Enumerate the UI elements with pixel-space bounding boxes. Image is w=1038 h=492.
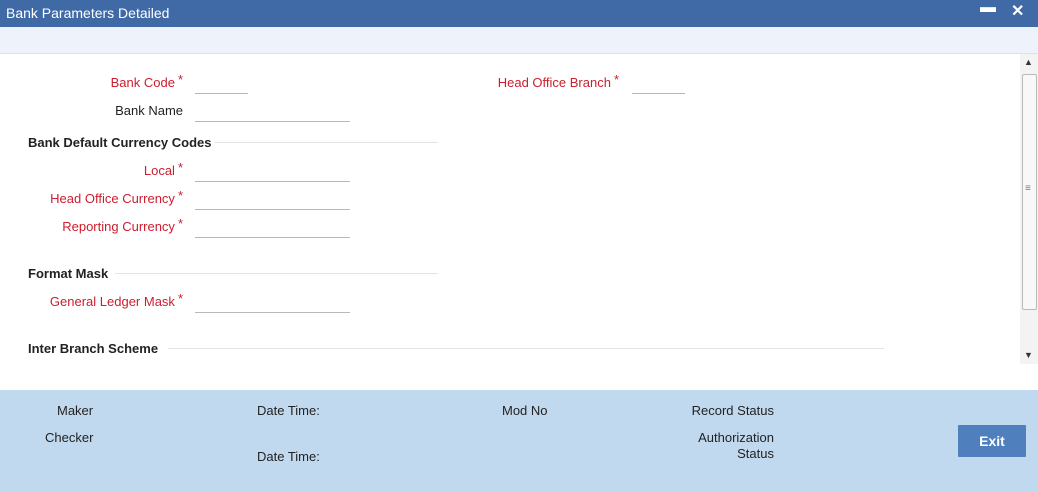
bank-name-label: Bank Name xyxy=(115,103,183,118)
bank-code-input[interactable] xyxy=(195,71,252,95)
grip-icon: ≡ xyxy=(1025,183,1031,194)
reporting-currency-label-text: Reporting Currency xyxy=(62,219,175,234)
form-content: Bank Code * Head Office Branch * Bank Name… xyxy=(0,54,1020,390)
exit-button[interactable]: Exit xyxy=(958,425,1026,457)
gl-mask-label-text: General Ledger Mask xyxy=(49,294,175,309)
checker-date-time-label: Date Time: xyxy=(257,449,320,464)
required-marker: * xyxy=(177,188,183,203)
required-marker: * xyxy=(177,291,183,306)
checker-label: Checker xyxy=(45,430,94,445)
scroll-up-icon[interactable]: ▲ xyxy=(1024,57,1033,67)
gl-mask-input[interactable] xyxy=(195,290,354,314)
audit-footer: Maker Checker Date Time: Date Time: Mod … xyxy=(0,390,1038,492)
maker-date-time-label: Date Time: xyxy=(257,403,320,418)
bank-code-label: Bank Code * xyxy=(110,72,183,90)
scrollbar-thumb[interactable]: ≡ xyxy=(1022,74,1037,310)
local-currency-input[interactable] xyxy=(195,159,354,183)
head-office-currency-label-text: Head Office Currency xyxy=(50,191,175,206)
bank-code-label-text: Bank Code xyxy=(110,75,175,90)
currency-section-title: Bank Default Currency Codes xyxy=(28,135,212,150)
inter-branch-section-title: Inter Branch Scheme xyxy=(28,341,159,356)
authorization-status-label: Status xyxy=(737,446,774,461)
section-divider xyxy=(168,348,884,349)
head-office-currency-field[interactable] xyxy=(195,187,354,211)
bank-code-field[interactable] xyxy=(195,71,252,95)
gl-mask-label: General Ledger Mask * xyxy=(49,291,183,309)
mod-no-label: Mod No xyxy=(502,403,548,418)
reporting-currency-field[interactable] xyxy=(195,215,354,239)
local-currency-label: Local * xyxy=(143,160,183,178)
gl-mask-field[interactable] xyxy=(195,290,354,314)
window-titlebar: Bank Parameters Detailed ▬ ✕ xyxy=(0,0,1038,27)
head-office-branch-label: Head Office Branch * xyxy=(497,72,619,90)
reporting-currency-label: Reporting Currency * xyxy=(62,216,183,234)
head-office-branch-field[interactable] xyxy=(632,71,689,95)
close-icon[interactable]: ✕ xyxy=(1011,1,1024,21)
maker-label: Maker xyxy=(57,403,94,418)
required-marker: * xyxy=(613,72,619,87)
local-currency-label-text: Local xyxy=(143,163,175,178)
toolbar-strip xyxy=(0,27,1038,54)
format-mask-section-title: Format Mask xyxy=(28,266,109,281)
head-office-currency-input[interactable] xyxy=(195,187,354,211)
minimize-icon[interactable]: ▬ xyxy=(980,0,996,17)
reporting-currency-input[interactable] xyxy=(195,215,354,239)
required-marker: * xyxy=(177,216,183,231)
window-title: Bank Parameters Detailed xyxy=(6,5,170,21)
section-divider xyxy=(215,142,438,143)
authorization-label: Authorization xyxy=(698,430,774,445)
head-office-branch-input[interactable] xyxy=(632,71,689,95)
bank-name-field[interactable] xyxy=(195,99,354,123)
record-status-label: Record Status xyxy=(691,403,774,418)
head-office-currency-label: Head Office Currency * xyxy=(50,188,183,206)
required-marker: * xyxy=(177,72,183,87)
local-currency-field[interactable] xyxy=(195,159,354,183)
head-office-branch-label-text: Head Office Branch xyxy=(497,75,611,90)
required-marker: * xyxy=(177,160,183,175)
vertical-scrollbar[interactable]: ▲ ≡ ▼ xyxy=(1020,54,1038,364)
scroll-down-icon[interactable]: ▼ xyxy=(1024,350,1033,360)
bank-name-input[interactable] xyxy=(195,99,354,123)
section-divider xyxy=(115,273,438,274)
